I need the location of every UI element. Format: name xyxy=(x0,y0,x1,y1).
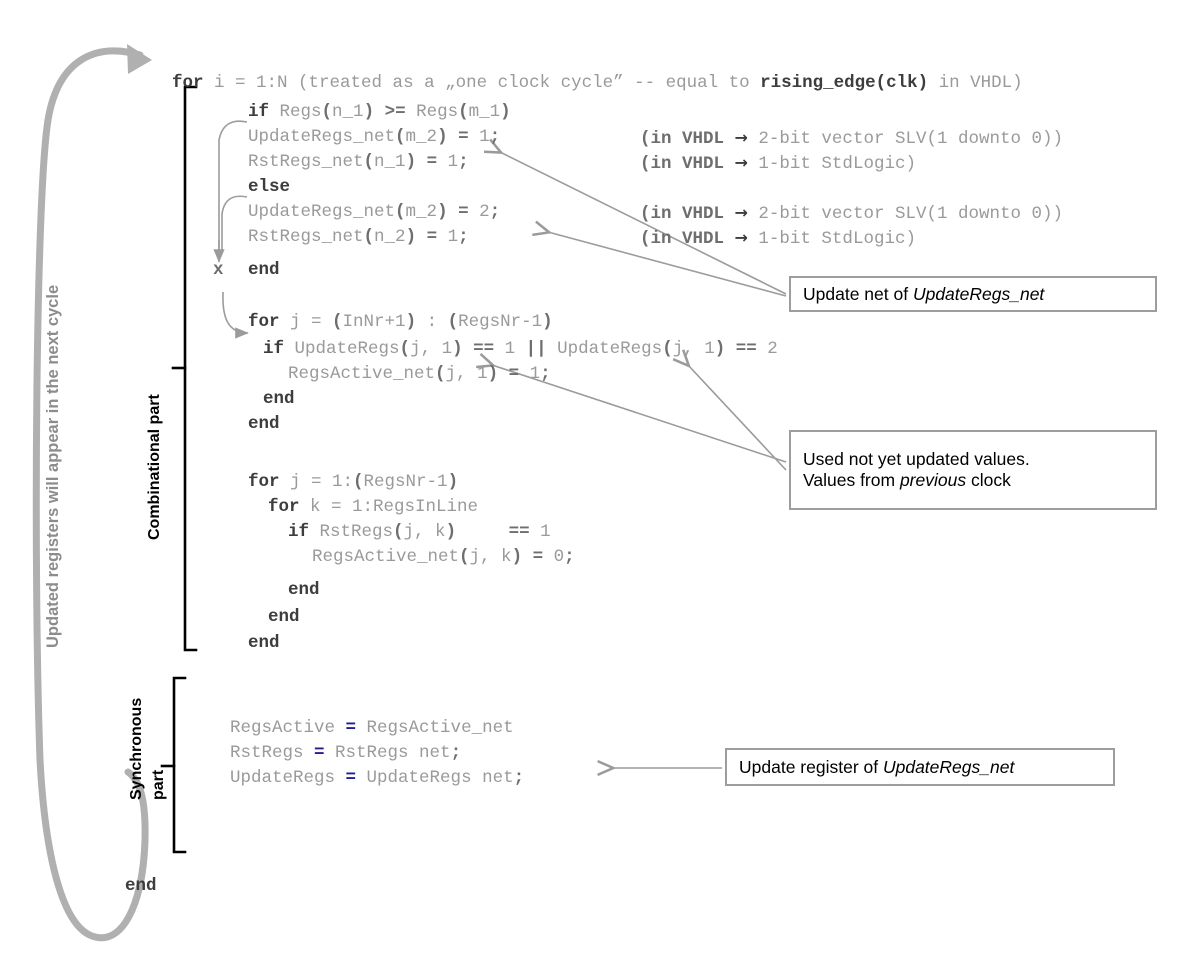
code-line: end xyxy=(248,633,280,653)
callout-text: Values from xyxy=(803,470,900,490)
code-line: UpdateRegs = UpdateRegs net; xyxy=(230,768,525,788)
label-combinational-part: Combinational part xyxy=(146,394,163,540)
code-line: RstRegs_net(n_1) = 1; xyxy=(248,152,469,172)
callout-line: Update register of UpdateRegs_net xyxy=(739,757,1101,778)
header-keyword-for: for xyxy=(172,73,204,93)
diagram-canvas: Updated registers will appear in the nex… xyxy=(0,0,1195,960)
code-line: RegsActive_net(j, k) = 0; xyxy=(312,547,575,567)
arrow-not-updated-2 xyxy=(688,365,787,471)
header-tail-text: in VHDL) xyxy=(928,73,1023,93)
code-line: if RstRegs(j, k) == 1 xyxy=(288,522,551,542)
code-line: if UpdateRegs(j, 1) == 1 || UpdateRegs(j… xyxy=(263,339,778,359)
callout-line: Update net of UpdateRegs_net xyxy=(803,284,1143,305)
label-synchronous-part-line2: part xyxy=(150,769,167,800)
bracket-synchronous xyxy=(160,676,187,854)
comment-suffix: 2-bit vector SLV(1 downto 0)) xyxy=(747,129,1063,149)
branch-hook-lines xyxy=(213,120,248,263)
callout-emphasis: previous xyxy=(899,470,967,490)
code-line: RegsActive_net(j, 1) = 1; xyxy=(288,364,551,384)
code-line: RegsActive = RegsActive_net xyxy=(230,718,514,738)
bracket-combinational xyxy=(171,85,198,652)
header-middle-text: i = 1:N (treated as a „one clock cycle” … xyxy=(203,73,761,93)
callout-text: Update register of xyxy=(739,756,883,777)
comment-suffix: 2-bit vector SLV(1 downto 0)) xyxy=(747,204,1063,224)
code-line: if Regs(n_1) >= Regs(m_1) xyxy=(248,102,511,122)
vhdl-comment-line: (in VHDL → 1-bit StdLogic) xyxy=(640,225,916,252)
code-line: end xyxy=(268,607,300,627)
code-line: end xyxy=(248,414,280,434)
right-arrow-icon: → xyxy=(734,228,748,247)
callout-box: Used not yet updated values. Values from … xyxy=(789,430,1157,510)
callout-emphasis: UpdateRegs_net xyxy=(912,283,1045,304)
comment-prefix: (in VHDL xyxy=(640,154,735,174)
callout-text-tail: clock xyxy=(966,470,1011,490)
loop-entry-arrow xyxy=(222,291,249,339)
comment-prefix: (in VHDL xyxy=(640,129,735,149)
code-line: for k = 1:RegsInLine xyxy=(268,497,479,517)
callout-box: Update net of UpdateRegs_net xyxy=(789,276,1157,312)
vhdl-comment-line: (in VHDL → 1-bit StdLogic) xyxy=(640,150,916,177)
callout-line: Used not yet updated values. xyxy=(803,449,1143,470)
label-updated-registers-next-cycle: Updated registers will appear in the nex… xyxy=(44,284,62,648)
label-synchronous-part-line1: Synchronous xyxy=(128,697,145,800)
comment-suffix: 1-bit StdLogic) xyxy=(747,229,916,249)
code-line: UpdateRegs_net(m_2) = 1; xyxy=(248,127,501,147)
code-line: RstRegs_net(n_2) = 1; xyxy=(248,227,469,247)
comment-suffix: 1-bit StdLogic) xyxy=(747,154,916,174)
right-arrow-icon: → xyxy=(734,153,748,172)
code-line: for j = (InNr+1) : (RegsNr-1) xyxy=(248,312,553,332)
code-line: else xyxy=(248,177,291,197)
code-line: RstRegs = RstRegs net; xyxy=(230,743,462,763)
callout-text: Update net of xyxy=(803,283,913,304)
right-arrow-icon: → xyxy=(734,203,748,222)
callout-line: Values from previous clock xyxy=(803,470,1143,491)
code-line: for j = 1:(RegsNr-1) xyxy=(248,472,459,492)
code-line: end xyxy=(263,389,295,409)
callout-emphasis: UpdateRegs_net xyxy=(882,756,1015,777)
header-keyword-rising-edge: rising_edge(clk) xyxy=(760,73,929,93)
code-line: end xyxy=(288,580,320,600)
callout-text: Used not yet updated values. xyxy=(803,449,1030,469)
vhdl-comment-line: (in VHDL → 2-bit vector SLV(1 downto 0)) xyxy=(640,200,1063,227)
vhdl-comment-line: (in VHDL → 2-bit vector SLV(1 downto 0)) xyxy=(640,125,1063,152)
callout-box: Update register of UpdateRegs_net xyxy=(725,748,1115,786)
code-line: UpdateRegs_net(m_2) = 2; xyxy=(248,202,501,222)
x-marker-label: x xyxy=(213,260,224,280)
comment-prefix: (in VHDL xyxy=(640,204,735,224)
code-line: end xyxy=(125,876,157,896)
comment-prefix: (in VHDL xyxy=(640,229,735,249)
code-line: end xyxy=(248,260,280,280)
right-arrow-icon: → xyxy=(734,128,748,147)
